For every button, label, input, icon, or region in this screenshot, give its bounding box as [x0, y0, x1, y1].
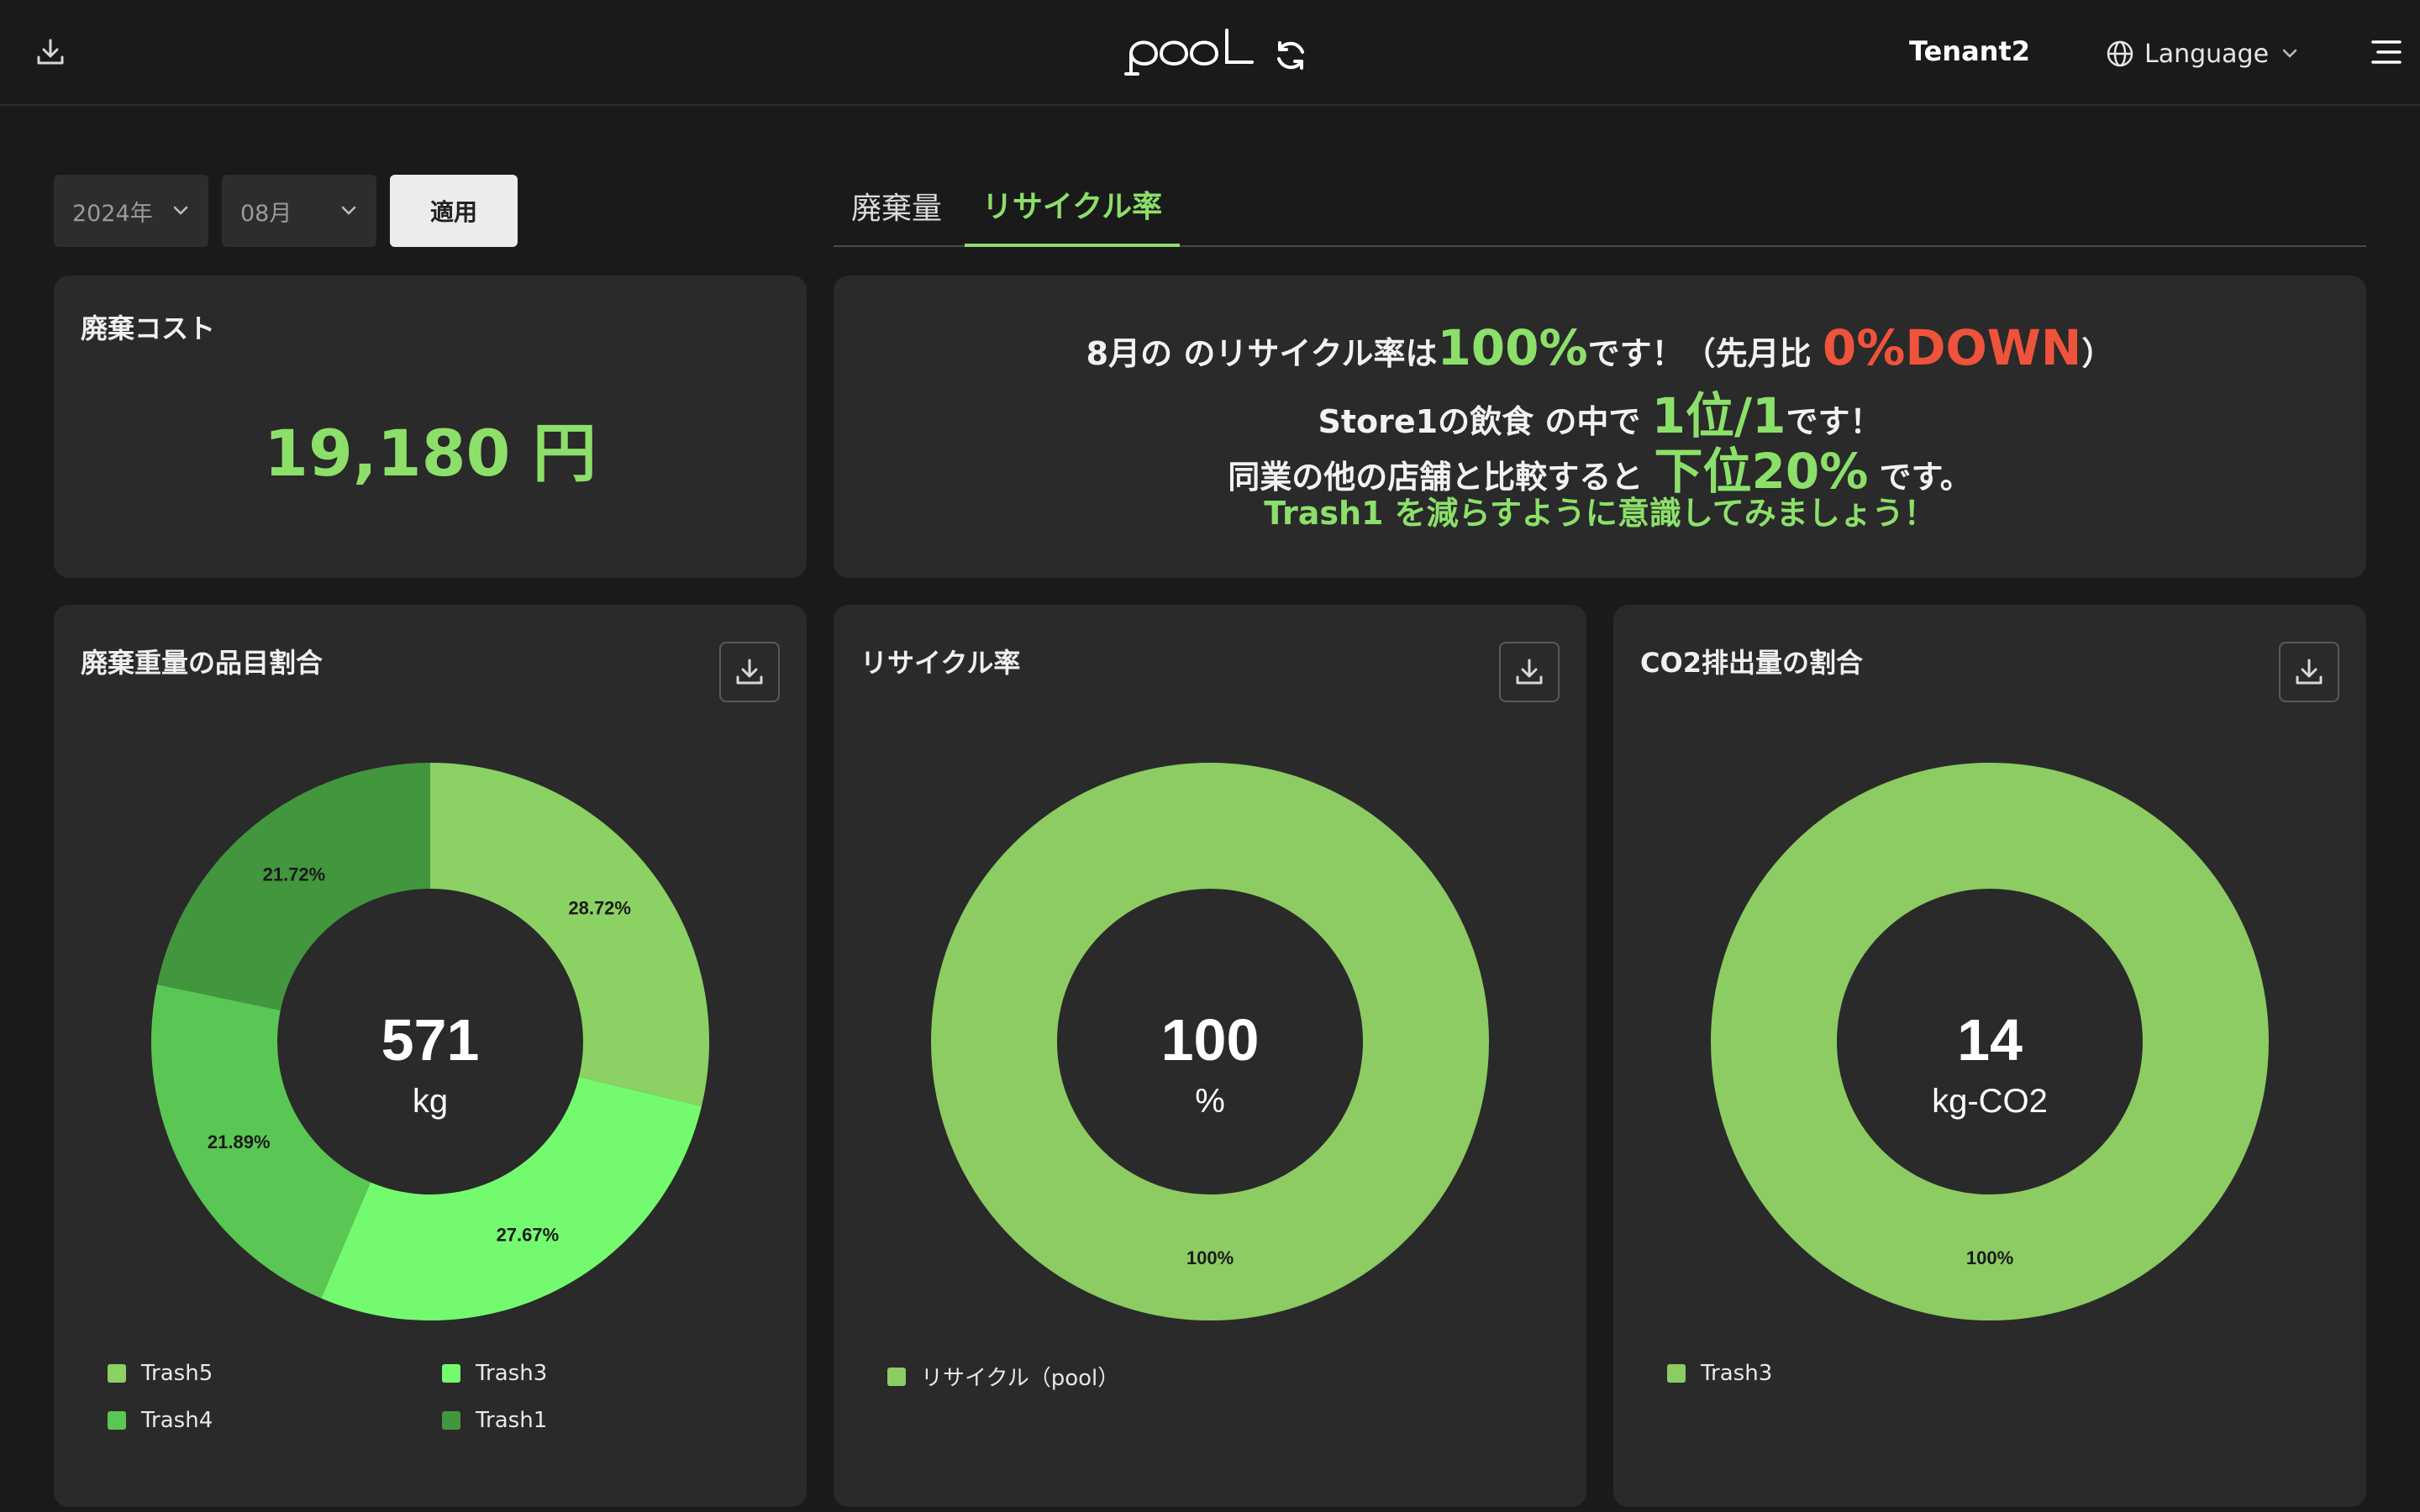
legend-item[interactable]: Trash5 [108, 1361, 213, 1386]
month-value: 08月 [240, 200, 292, 227]
slice-data-label: 28.72% [568, 898, 631, 919]
chevron-down-icon [173, 206, 188, 215]
legend-label: Trash5 [141, 1361, 213, 1386]
chart-download-button[interactable] [1499, 642, 1560, 702]
donut-center-value: 14 [1957, 1007, 2023, 1073]
slice-data-label: 100% [1186, 1247, 1234, 1268]
language-label: Language [2144, 39, 2270, 69]
co2-chart-card: CO2排出量の割合 100% 14 kg-CO2 Trash3 [1613, 605, 2366, 1507]
message-text: 8月の のリサイクル率は [1086, 335, 1438, 372]
donut-chart: 28.72% 27.67% 21.89% 21.72% 571 kg [150, 763, 709, 1320]
chevron-down-icon [341, 206, 356, 215]
legend-swatch [442, 1364, 460, 1383]
donut-center-unit: kg-CO2 [1932, 1083, 2048, 1120]
recycle-message-card: 8月の のリサイクル率は100%です！（先月比 0%DOWN） Store1の飲… [834, 276, 2366, 578]
legend-swatch [1667, 1364, 1686, 1383]
legend-swatch [442, 1411, 460, 1430]
tenant-name[interactable]: Tenant2 [1909, 35, 2030, 67]
legend-item[interactable]: Trash3 [1667, 1361, 1772, 1386]
legend-label: Trash4 [141, 1408, 213, 1433]
donut-slice-Trash3[interactable] [321, 1077, 702, 1320]
recycle-rate-chart-card: リサイクル率 100% 100% リサイクル（pool） [834, 605, 1586, 1507]
legend-swatch [887, 1367, 906, 1386]
donut-center-value: 100 [1161, 1007, 1260, 1073]
card-title: 廃棄コスト [81, 312, 216, 344]
legend-item[interactable]: Trash4 [108, 1408, 213, 1433]
tab-waste-amount[interactable]: 廃棄量 [834, 165, 960, 247]
download-icon [2296, 659, 2323, 685]
cost-value: 19,180 円 [264, 416, 597, 491]
legend-item[interactable]: リサイクル（pool） [887, 1361, 1119, 1392]
message-text: です！（先月比 [1587, 335, 1823, 372]
change-highlight: 0%DOWN [1822, 319, 2082, 376]
donut-center-unit: % [1195, 1083, 1225, 1120]
top-bar: pool Tenant2 Language [0, 0, 2420, 106]
slice-data-label: 21.72% [263, 864, 326, 885]
legend-swatch [108, 1411, 126, 1430]
year-select[interactable]: 2024年 [54, 175, 208, 247]
chevron-down-icon [2282, 49, 2297, 58]
legend-item[interactable]: Trash1 [442, 1408, 547, 1433]
year-value: 2024年 [72, 200, 153, 227]
chart-download-button[interactable] [719, 642, 780, 702]
legend-label: Trash3 [476, 1361, 548, 1386]
donut-slice-Trash1[interactable] [157, 763, 430, 1011]
legend-label: リサイクル（pool） [921, 1366, 1120, 1391]
tab-bar: 廃棄量 リサイクル率 [834, 165, 2366, 247]
waste-weight-chart-card: 廃棄重量の品目割合 28.72% 27.67% 21.89% 21.72% 571 kg … [54, 605, 807, 1507]
message-text: ） [2081, 335, 2114, 372]
slice-data-label: 21.89% [208, 1131, 271, 1152]
globe-icon [2107, 40, 2133, 67]
legend-label: Trash3 [1701, 1361, 1773, 1386]
recycle-rate-highlight: 100% [1437, 319, 1588, 376]
month-select[interactable]: 08月 [222, 175, 376, 247]
language-selector[interactable]: Language [2106, 35, 2301, 72]
download-icon [1516, 659, 1543, 685]
slice-data-label: 100% [1966, 1247, 2013, 1268]
slice-data-label: 27.67% [497, 1224, 560, 1245]
legend-swatch [108, 1364, 126, 1383]
hamburger-menu-icon[interactable] [2368, 34, 2405, 71]
donut-chart: 100% 100% [931, 763, 1489, 1320]
tab-recycle-rate[interactable]: リサイクル率 [965, 165, 1180, 247]
chart-title: CO2排出量の割合 [1640, 647, 1863, 679]
chart-download-button[interactable] [2279, 642, 2339, 702]
chart-title: リサイクル率 [860, 647, 1021, 679]
download-icon [736, 659, 763, 685]
refresh-icon[interactable] [1270, 35, 1311, 76]
message-line-1: 8月の のリサイクル率は100%です！（先月比 0%DOWN） [834, 319, 2366, 376]
donut-chart: 100% 14 kg-CO2 [1711, 763, 2269, 1320]
message-line-4: Trash1 を減らすように意識してみましょう！ [1264, 495, 1936, 532]
download-icon[interactable] [30, 32, 71, 72]
chart-title: 廃棄重量の品目割合 [81, 647, 324, 679]
donut-center-value: 571 [381, 1007, 480, 1073]
legend-item[interactable]: Trash3 [442, 1361, 547, 1386]
waste-cost-card: 廃棄コスト 19,180 円 [54, 276, 807, 578]
donut-center-unit: kg [413, 1083, 448, 1120]
apply-button[interactable]: 適用 [390, 175, 518, 247]
legend-label: Trash1 [476, 1408, 548, 1433]
pool-logo: pool [1123, 25, 1257, 81]
